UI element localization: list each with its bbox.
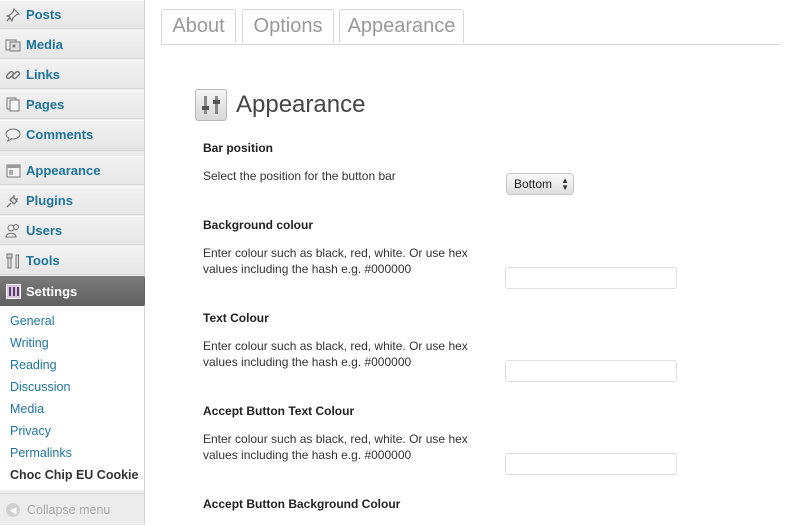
tab-options[interactable]: Options xyxy=(242,9,334,43)
background-colour-description: Enter colour such as black, red, white. … xyxy=(203,246,468,276)
plugin-icon xyxy=(5,193,21,209)
select-updown-icon: ▲ ▼ xyxy=(561,176,569,192)
sidebar-item-appearance[interactable]: Appearance xyxy=(0,156,144,185)
comment-icon xyxy=(5,127,21,143)
sidebar-item-posts[interactable]: Posts xyxy=(0,0,144,29)
admin-sidebar: Posts Media Links Pages Comments Appeara… xyxy=(0,0,153,526)
link-icon xyxy=(5,67,21,83)
background-colour-input[interactable] xyxy=(505,267,677,289)
sidebar-item-label: Tools xyxy=(26,253,60,268)
submenu-item-media[interactable]: Media xyxy=(10,402,44,416)
sidebar-item-comments[interactable]: Comments xyxy=(0,120,144,149)
accept-button-text-colour-description: Enter colour such as black, red, white. … xyxy=(203,432,468,462)
background-colour-label: Background colour xyxy=(203,218,314,232)
sidebar-item-label: Posts xyxy=(26,7,62,22)
settings-sliders-icon xyxy=(195,89,227,121)
collapse-menu-button[interactable]: ◀ Collapse menu xyxy=(0,493,144,526)
page-heading: Appearance xyxy=(195,88,365,122)
submenu-item-discussion[interactable]: Discussion xyxy=(10,380,70,394)
bar-position-label: Bar position xyxy=(203,141,274,155)
sidebar-item-label: Comments xyxy=(26,127,94,142)
bar-position-description: Select the position for the button bar xyxy=(203,169,396,183)
users-icon xyxy=(5,223,21,239)
submenu-item-privacy[interactable]: Privacy xyxy=(10,424,51,438)
tab-appearance[interactable]: Appearance xyxy=(339,9,464,43)
accept-button-text-colour-input[interactable] xyxy=(505,453,677,475)
main-content: About Options Appearance Appearance Bar … xyxy=(145,0,789,525)
sidebar-item-label: Appearance xyxy=(26,163,101,178)
collapse-arrow-icon: ◀ xyxy=(6,503,20,517)
sidebar-item-label: Links xyxy=(26,67,60,82)
appearance-icon xyxy=(5,163,21,179)
text-colour-input[interactable] xyxy=(505,360,677,382)
bar-position-select[interactable]: Bottom ▲ ▼ xyxy=(506,173,574,195)
tools-icon xyxy=(5,253,21,269)
sidebar-item-plugins[interactable]: Plugins xyxy=(0,186,144,215)
pages-icon xyxy=(5,97,21,113)
accept-button-background-colour-label: Accept Button Background Colour xyxy=(203,497,401,511)
settings-icon xyxy=(5,283,21,299)
submenu-item-choc-chip-eu-cookie[interactable]: Choc Chip EU Cookie xyxy=(10,468,138,482)
sidebar-item-label: Users xyxy=(26,223,63,238)
submenu-item-permalinks[interactable]: Permalinks xyxy=(10,446,72,460)
bar-position-value: Bottom xyxy=(514,177,553,191)
sidebar-item-links[interactable]: Links xyxy=(0,60,144,89)
nav-tabs: About Options Appearance xyxy=(161,0,781,45)
text-colour-description: Enter colour such as black, red, white. … xyxy=(203,339,468,369)
sidebar-item-label: Pages xyxy=(26,97,65,112)
sidebar-item-label: Media xyxy=(26,37,63,52)
page-title: Appearance xyxy=(236,91,366,118)
settings-submenu: General Writing Reading Discussion Media… xyxy=(0,306,144,490)
sidebar-item-media[interactable]: Media xyxy=(0,30,144,59)
sidebar-item-label: Plugins xyxy=(26,193,73,208)
sidebar-item-users[interactable]: Users xyxy=(0,216,144,245)
media-icon xyxy=(5,37,21,53)
sidebar-item-settings[interactable]: Settings xyxy=(0,276,153,306)
accept-button-text-colour-label: Accept Button Text Colour xyxy=(203,404,355,418)
sidebar-item-tools[interactable]: Tools xyxy=(0,246,144,275)
sidebar-item-label: Settings xyxy=(26,283,78,299)
text-colour-label: Text Colour xyxy=(203,311,269,325)
submenu-item-general[interactable]: General xyxy=(10,314,54,328)
submenu-item-reading[interactable]: Reading xyxy=(10,358,57,372)
collapse-menu-label: Collapse menu xyxy=(27,503,111,517)
pushpin-icon xyxy=(5,7,21,23)
sidebar-item-pages[interactable]: Pages xyxy=(0,90,144,119)
tab-about[interactable]: About xyxy=(161,9,236,43)
submenu-item-writing[interactable]: Writing xyxy=(10,336,49,350)
